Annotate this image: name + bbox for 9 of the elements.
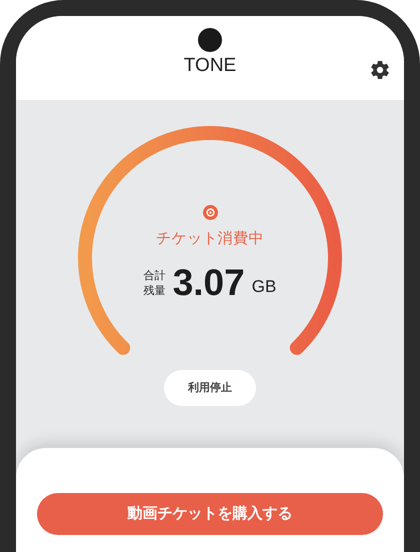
settings-button[interactable] xyxy=(370,60,390,80)
settings-icon xyxy=(370,60,390,80)
remaining-label: 合計 xyxy=(144,268,166,284)
stop-button[interactable]: 利用停止 xyxy=(164,370,256,406)
remaining-label: 残量 xyxy=(144,284,166,298)
app-title: TONE xyxy=(184,54,236,78)
status-label: チケット消費中 xyxy=(156,229,264,249)
remaining-value: 3.07 xyxy=(172,262,245,302)
unit-label: GB xyxy=(252,276,276,298)
